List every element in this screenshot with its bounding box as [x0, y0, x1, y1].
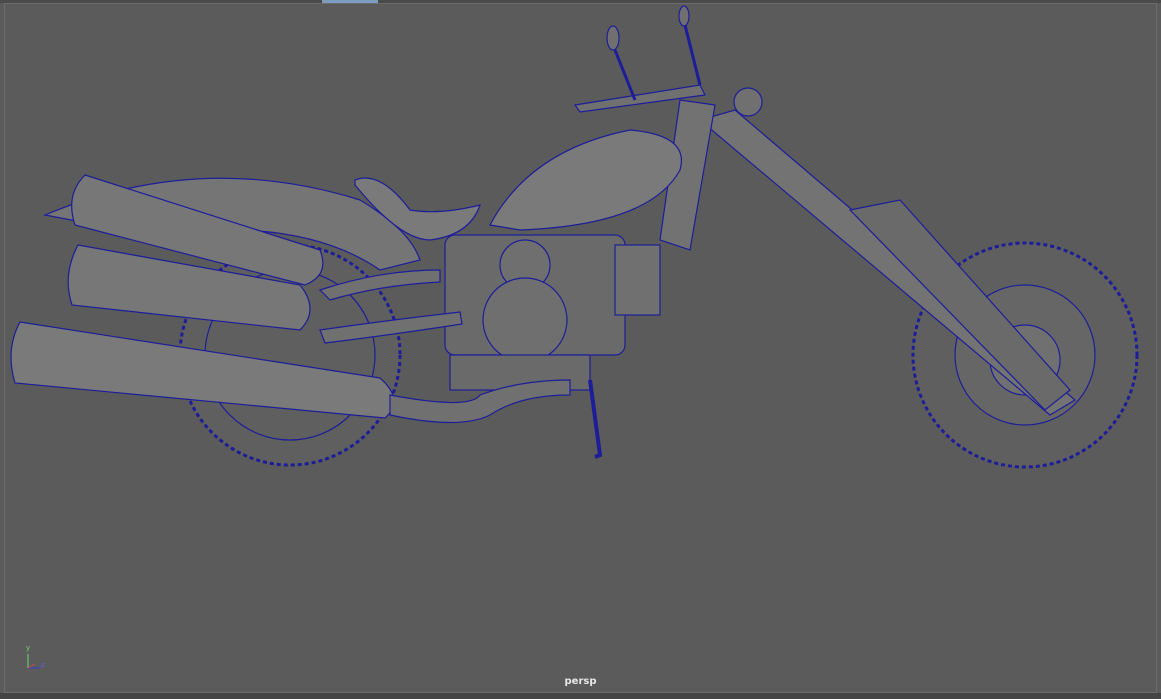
kickstand — [588, 379, 603, 459]
fuel-tank — [489, 129, 682, 231]
x-axis-icon — [27, 663, 36, 669]
axis-gizmo: y z — [22, 644, 52, 672]
axis-z-label: z — [41, 661, 45, 669]
mirror-left — [613, 49, 637, 101]
camera-label: persp — [564, 676, 597, 687]
engine-cover — [482, 277, 568, 363]
mirror-right — [683, 24, 702, 86]
axis-y-label: y — [26, 644, 31, 652]
headlight — [733, 87, 763, 117]
airbox — [614, 244, 661, 316]
motorcycle-model[interactable] — [0, 0, 1161, 699]
bottom-border — [0, 693, 1161, 699]
